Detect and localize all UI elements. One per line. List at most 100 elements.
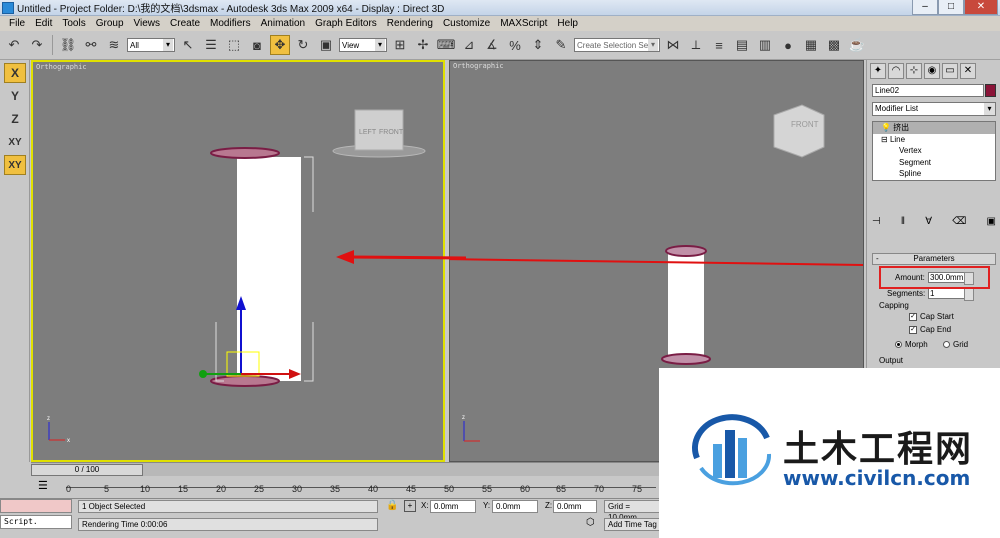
spinner-snap-icon[interactable]: ⇕ [528, 35, 548, 55]
snap-toggle-icon[interactable]: ⊿ [459, 35, 479, 55]
motion-tab-icon[interactable]: ◉ [924, 63, 940, 79]
add-time-tag-button[interactable]: Add Time Tag [604, 518, 660, 531]
x-coord-label: X: [421, 501, 429, 510]
morph-radio[interactable]: Morph [895, 340, 928, 349]
maximize-button[interactable]: □ [938, 0, 964, 15]
menu-file[interactable]: File [4, 18, 30, 29]
axis-xy-button[interactable]: XY [4, 132, 26, 152]
window-crossing-icon[interactable]: ◙ [247, 35, 267, 55]
align-icon[interactable]: ⟂ [686, 35, 706, 55]
object-color-swatch[interactable] [985, 84, 996, 97]
create-tab-icon[interactable]: ✦ [870, 63, 886, 79]
output-group-label: Output [879, 356, 904, 365]
selection-filter-dropdown[interactable]: All [127, 38, 175, 52]
app-icon [2, 1, 14, 14]
menu-graph-editors[interactable]: Graph Editors [310, 18, 382, 29]
percent-snap-icon[interactable]: % [505, 35, 525, 55]
annotation-arrow [336, 250, 466, 264]
y-coord-field[interactable]: 0.0mm [492, 500, 538, 513]
parameters-rollout[interactable]: - Parameters [872, 253, 996, 265]
time-slider-thumb[interactable]: 0 / 100 [31, 464, 143, 476]
select-rotate-icon[interactable]: ↻ [293, 35, 313, 55]
edit-named-selection-icon[interactable]: ✎ [551, 35, 571, 55]
segments-spinner[interactable]: 1 [928, 288, 974, 301]
axis-constraints-bar: X Y Z XY XY [0, 60, 30, 462]
layer-manager-icon[interactable]: ≡ [709, 35, 729, 55]
reference-coordinate-dropdown[interactable]: View [339, 38, 387, 52]
utilities-tab-icon[interactable]: ✕ [960, 63, 976, 79]
hierarchy-tab-icon[interactable]: ⊹ [906, 63, 922, 79]
menu-group[interactable]: Group [91, 18, 129, 29]
render-setup-icon[interactable]: ▦ [801, 35, 821, 55]
rect-selection-icon[interactable]: ⬚ [224, 35, 244, 55]
schematic-view-icon[interactable]: ▥ [755, 35, 775, 55]
absolute-mode-icon[interactable]: + [404, 500, 416, 512]
pin-stack-icon[interactable]: ⊣ [872, 216, 881, 232]
named-selection-set-dropdown[interactable]: Create Selection Se [574, 38, 660, 52]
angle-snap-icon[interactable]: ∡ [482, 35, 502, 55]
menu-views[interactable]: Views [129, 18, 166, 29]
z-coord-field[interactable]: 0.0mm [553, 500, 597, 513]
stack-item-segment[interactable]: Segment [873, 157, 995, 169]
close-button[interactable]: ✕ [964, 0, 998, 15]
render-production-icon[interactable]: ☕ [847, 35, 867, 55]
keyboard-shortcut-icon[interactable]: ⌨ [436, 35, 456, 55]
axis-tripod-x: x [67, 438, 70, 444]
menu-maxscript[interactable]: MAXScript [495, 18, 552, 29]
select-object-icon[interactable]: ↖ [178, 35, 198, 55]
mini-curve-editor-icon[interactable]: ☰ [38, 479, 48, 492]
curve-editor-icon[interactable]: ▤ [732, 35, 752, 55]
menu-rendering[interactable]: Rendering [382, 18, 438, 29]
tick-label: 5 [104, 484, 110, 494]
x-coord-field[interactable]: 0.0mm [430, 500, 476, 513]
track-bar[interactable]: ☰ 0 5 10 15 20 25 30 35 40 45 50 55 60 6… [0, 476, 660, 498]
menu-help[interactable]: Help [552, 18, 583, 29]
remove-modifier-icon[interactable]: ⌫ [952, 216, 966, 232]
undo-icon[interactable]: ↶ [4, 35, 24, 55]
cap-end-checkbox[interactable]: ✓ Cap End [909, 325, 951, 334]
select-move-icon[interactable]: ✥ [270, 35, 290, 55]
menu-customize[interactable]: Customize [438, 18, 495, 29]
axis-x-button[interactable]: X [4, 63, 26, 83]
select-by-name-icon[interactable]: ☰ [201, 35, 221, 55]
menu-create[interactable]: Create [165, 18, 205, 29]
axis-xy-cycle-button[interactable]: XY [4, 155, 26, 175]
grid-radio[interactable]: Grid [943, 340, 968, 349]
menu-edit[interactable]: Edit [30, 18, 57, 29]
tick-label: 70 [594, 484, 605, 494]
stack-item-line[interactable]: ⊟ Line [873, 134, 995, 146]
selection-lock-icon[interactable]: 🔒 [386, 500, 398, 511]
cap-start-checkbox[interactable]: ✓ Cap Start [909, 312, 954, 321]
select-scale-icon[interactable]: ▣ [316, 35, 336, 55]
rendered-frame-window-icon[interactable]: ▩ [824, 35, 844, 55]
maxscript-listener-mini[interactable] [0, 499, 72, 513]
redo-icon[interactable]: ↷ [27, 35, 47, 55]
show-end-result-icon[interactable]: ‖ [901, 216, 905, 232]
time-tag-icon[interactable]: ⬡ [586, 517, 595, 528]
bind-space-warp-icon[interactable]: ≋ [104, 35, 124, 55]
material-editor-icon[interactable]: ● [778, 35, 798, 55]
stack-item-vertex[interactable]: Vertex [873, 145, 995, 157]
stack-item-extrude[interactable]: 💡 挤出 [873, 122, 995, 134]
toolbar-divider [52, 35, 53, 55]
script-input[interactable]: Script. [0, 515, 72, 529]
menu-animation[interactable]: Animation [256, 18, 310, 29]
menu-modifiers[interactable]: Modifiers [205, 18, 256, 29]
viewcube-left: LEFT [359, 129, 377, 136]
unlink-icon[interactable]: ⚯ [81, 35, 101, 55]
minimize-button[interactable]: – [912, 0, 938, 15]
modifier-list-dropdown[interactable]: Modifier List [872, 102, 996, 116]
object-name-field[interactable]: Line02 [872, 84, 984, 97]
stack-item-spline[interactable]: Spline [873, 168, 995, 180]
axis-y-button[interactable]: Y [4, 86, 26, 106]
link-icon[interactable]: ⛓ [58, 35, 78, 55]
modify-tab-icon[interactable]: ◠ [888, 63, 904, 79]
pivot-center-icon[interactable]: ⊞ [390, 35, 410, 55]
axis-z-button[interactable]: Z [4, 109, 26, 129]
mirror-icon[interactable]: ⋈ [663, 35, 683, 55]
display-tab-icon[interactable]: ▭ [942, 63, 958, 79]
make-unique-icon[interactable]: ∀ [925, 216, 932, 232]
menu-tools[interactable]: Tools [57, 18, 90, 29]
configure-sets-icon[interactable]: ▣ [987, 216, 996, 232]
select-manipulate-icon[interactable]: ✢ [413, 35, 433, 55]
